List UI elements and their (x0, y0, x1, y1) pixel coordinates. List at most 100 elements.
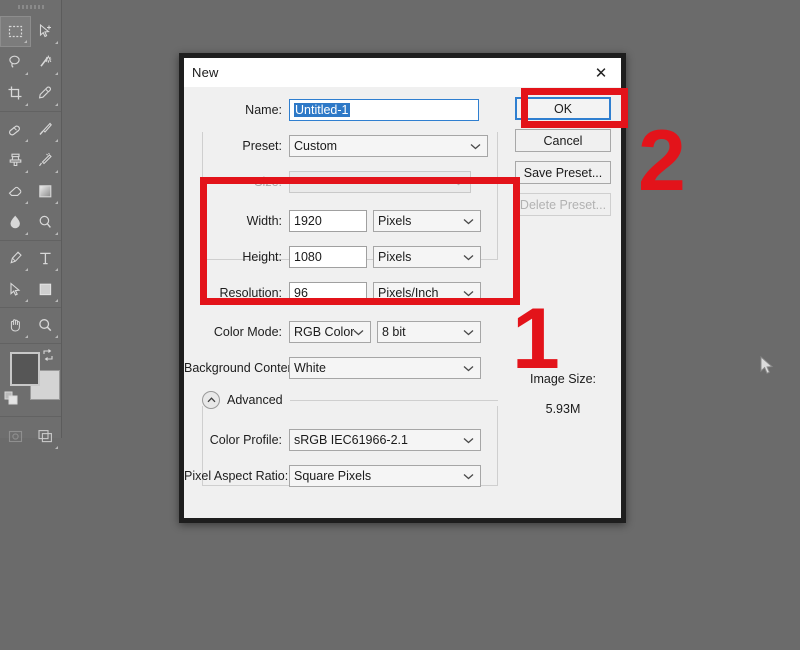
width-unit-select[interactable]: Pixels (373, 209, 481, 232)
ok-button[interactable]: OK (515, 97, 611, 120)
tool-lasso[interactable] (0, 47, 31, 78)
size-select (289, 170, 471, 193)
image-size-value: 5.93M (545, 402, 581, 416)
tool-eraser[interactable] (0, 176, 31, 207)
tool-clone-stamp[interactable] (0, 145, 31, 176)
blur-icon (10, 215, 20, 229)
hand-icon (10, 319, 20, 332)
tool-hand[interactable] (0, 310, 31, 341)
rectangle-shape-icon (39, 283, 52, 296)
tool-screen-mode[interactable] (31, 421, 62, 452)
width-input[interactable]: 1920 (289, 209, 367, 232)
background-contents-select[interactable]: White (289, 356, 481, 379)
tool-corner-marker (55, 446, 58, 449)
tool-corner-marker (24, 139, 28, 142)
healing-brush-icon (8, 125, 20, 136)
resolution-input[interactable]: 96 (289, 281, 367, 304)
color-mode-row: Color Mode: RGB Color 8 bit (184, 319, 514, 344)
color-depth-value: 8 bit (382, 324, 406, 339)
toolbox-drag-handle[interactable] (0, 0, 61, 14)
chevron-down-icon (463, 286, 474, 300)
color-depth-select[interactable]: 8 bit (377, 320, 481, 343)
chevron-down-icon (463, 469, 474, 483)
tool-move[interactable] (31, 16, 61, 47)
advanced-section-header[interactable]: Advanced (202, 391, 498, 409)
tool-healing-brush[interactable] (0, 114, 31, 145)
tool-corner-marker (55, 232, 58, 235)
tool-group-selection (0, 14, 61, 112)
screen-mode-icon (38, 430, 53, 443)
chevron-down-icon (463, 361, 474, 375)
preset-select[interactable]: Custom (289, 134, 488, 157)
crop-icon (8, 86, 22, 100)
tool-eyedropper[interactable] (31, 78, 62, 109)
tool-dodge[interactable] (31, 207, 62, 238)
tool-corner-marker (24, 72, 28, 75)
tool-corner-marker (55, 72, 58, 75)
preset-row: Preset: Custom (184, 133, 514, 158)
chevron-up-icon[interactable] (202, 391, 220, 409)
resolution-value: 96 (294, 285, 308, 300)
color-mode-select[interactable]: RGB Color (289, 320, 371, 343)
width-value: 1920 (294, 213, 322, 228)
tool-crop[interactable] (0, 78, 31, 109)
rectangular-marquee-icon (8, 25, 22, 38)
height-input[interactable]: 1080 (289, 245, 367, 268)
advanced-label: Advanced (227, 393, 283, 407)
path-selection-icon (10, 282, 21, 296)
chevron-down-icon (353, 325, 364, 339)
pixel-aspect-ratio-select[interactable]: Square Pixels (289, 464, 481, 487)
tool-group-vector (0, 241, 61, 308)
tool-blur[interactable] (0, 207, 31, 238)
name-label: Name: (245, 102, 282, 117)
background-contents-row: Background Contents: White (184, 355, 514, 380)
color-profile-label: Color Profile: (209, 432, 282, 447)
grip-dots (17, 5, 44, 9)
color-profile-select[interactable]: sRGB IEC61966-2.1 (289, 428, 481, 451)
tool-path-selection[interactable] (0, 274, 31, 305)
pixel-aspect-ratio-value: Square Pixels (294, 468, 372, 483)
tool-rectangular-marquee[interactable] (0, 16, 31, 47)
cancel-button[interactable]: Cancel (515, 129, 611, 152)
background-contents-value: White (294, 360, 326, 375)
name-input[interactable]: Untitled-1 (289, 98, 479, 121)
color-mode-label: Color Mode: (213, 324, 282, 339)
tool-gradient[interactable] (31, 176, 62, 207)
dialog-form-column: Name: Untitled-1 Preset: Custom Size: Wi… (184, 87, 514, 518)
tool-pen[interactable] (0, 243, 31, 274)
chevron-down-icon (463, 250, 474, 264)
move-icon (40, 23, 52, 38)
mode-tools (0, 416, 61, 452)
zoom-icon (39, 319, 52, 332)
tool-brush[interactable] (31, 114, 62, 145)
height-value: 1080 (294, 249, 322, 264)
tool-group-navigation (0, 308, 61, 344)
swap-colors-icon[interactable] (41, 348, 55, 367)
name-row: Name: Untitled-1 (184, 97, 514, 122)
size-label: Size: (254, 174, 282, 189)
tool-history-brush[interactable] (31, 145, 62, 176)
resolution-unit-value: Pixels/Inch (378, 285, 439, 300)
height-unit-select[interactable]: Pixels (373, 245, 481, 268)
foreground-color-swatch[interactable] (10, 352, 40, 386)
tool-zoom[interactable] (31, 310, 62, 341)
tool-corner-marker (24, 299, 28, 302)
clone-stamp-icon (9, 153, 22, 167)
chevron-down-icon (470, 139, 481, 153)
tool-type[interactable] (31, 243, 62, 274)
close-icon[interactable]: ✕ (581, 58, 621, 87)
annotation-marker-two: 2 (638, 113, 686, 209)
eyedropper-icon (39, 86, 52, 99)
tool-corner-marker (24, 201, 28, 204)
tool-rectangle-shape[interactable] (31, 274, 62, 305)
tool-corner-marker (24, 170, 28, 173)
resolution-unit-select[interactable]: Pixels/Inch (373, 281, 481, 304)
name-input-value: Untitled-1 (294, 102, 350, 117)
tool-corner-marker (55, 103, 58, 106)
tool-quick-mask[interactable] (0, 421, 31, 452)
save-preset-button[interactable]: Save Preset... (515, 161, 611, 184)
tool-corner-marker (24, 268, 28, 271)
advanced-divider (289, 399, 498, 401)
tool-magic-wand[interactable] (31, 47, 62, 78)
default-colors-icon[interactable] (4, 391, 18, 410)
